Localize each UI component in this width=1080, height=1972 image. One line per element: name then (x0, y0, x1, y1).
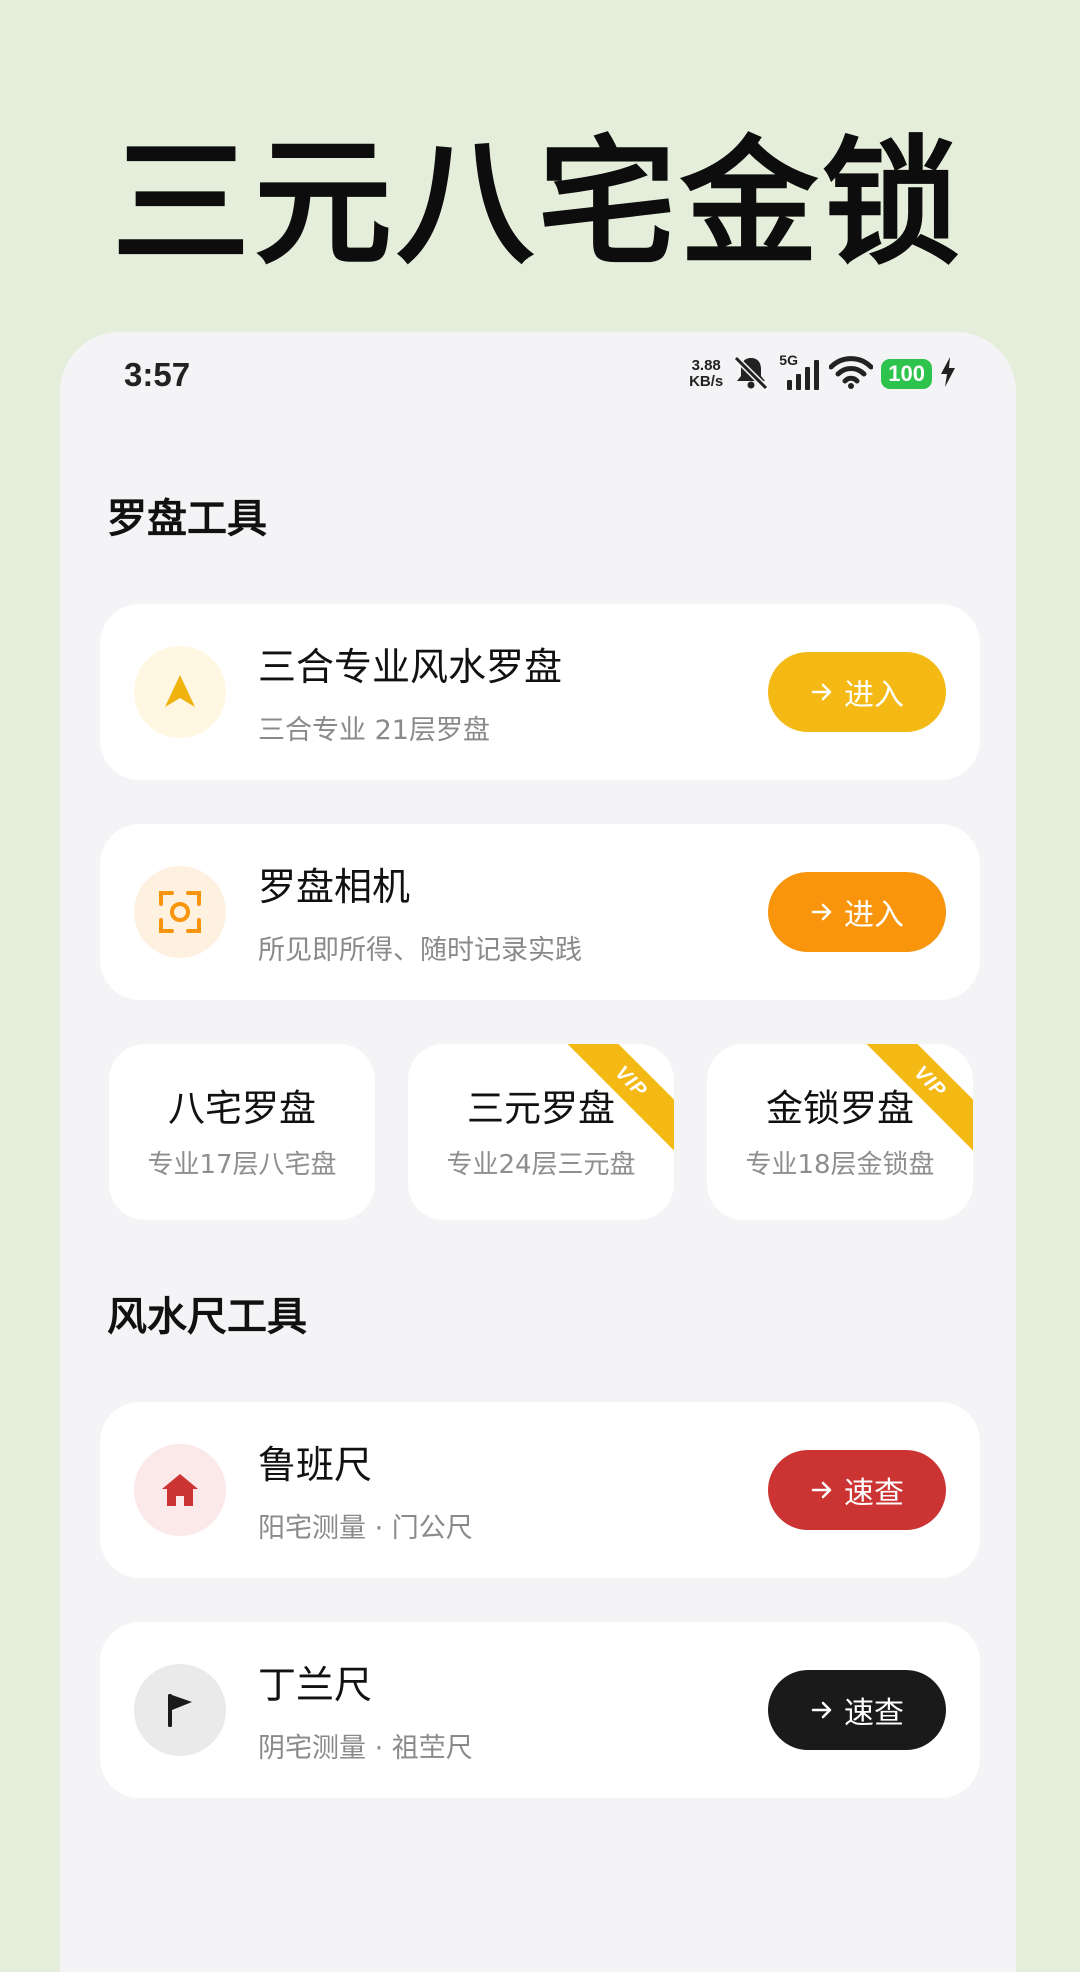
card-jinsuo-compass[interactable]: VIP 金锁罗盘 专业18层金锁盘 (707, 1044, 973, 1220)
small-card-title: 金锁罗盘 (766, 1087, 914, 1130)
arrow-right-icon (811, 1701, 832, 1719)
card-subtitle: 所见即所得、随时记录实践 (258, 935, 582, 966)
card-sanyuan-compass[interactable]: VIP 三元罗盘 专业24层三元盘 (408, 1044, 674, 1220)
camera-focus-icon (134, 866, 226, 958)
section-title-ruler: 风水尺工具 (107, 1294, 307, 1340)
card-bazhai-compass[interactable]: 八宅罗盘 专业17层八宅盘 (109, 1044, 375, 1220)
card-compass-camera[interactable]: 罗盘相机 所见即所得、随时记录实践 进入 (100, 824, 980, 1000)
net-speed: 3.88 KB/s (689, 358, 723, 390)
enter-button[interactable]: 进入 (768, 652, 946, 732)
section-title-compass: 罗盘工具 (107, 496, 267, 542)
lookup-button[interactable]: 速查 (768, 1450, 946, 1530)
charging-bolt-icon (940, 357, 956, 391)
app-title: 三元八宅金锁 (112, 123, 965, 284)
battery-indicator: 100 (881, 359, 932, 389)
card-title: 罗盘相机 (258, 865, 411, 909)
card-title: 鲁班尺 (258, 1443, 373, 1487)
small-card-subtitle: 专业24层三元盘 (446, 1150, 636, 1180)
net-speed-unit: KB/s (689, 373, 724, 390)
lookup-button-label: 速查 (844, 1696, 904, 1731)
small-card-title: 八宅罗盘 (168, 1087, 316, 1130)
flag-icon (134, 1664, 226, 1756)
cellular-signal-icon: 5G (779, 352, 821, 392)
wifi-icon (828, 354, 874, 394)
mute-icon (731, 354, 771, 394)
lookup-button[interactable]: 速查 (768, 1670, 946, 1750)
status-time: 3:57 (124, 356, 191, 393)
card-title: 丁兰尺 (258, 1663, 373, 1707)
small-card-subtitle: 专业18层金锁盘 (745, 1150, 935, 1180)
enter-button-label: 进入 (844, 898, 904, 933)
house-icon (134, 1444, 226, 1536)
card-title: 三合专业风水罗盘 (258, 645, 563, 689)
card-subtitle: 阴宅测量 · 祖茔尺 (258, 1733, 473, 1764)
card-subtitle: 阳宅测量 · 门公尺 (258, 1513, 473, 1544)
phone-screen: 3:57 3.88 KB/s 5G 100 罗盘工具 三合专业风水罗盘 三合专业… (60, 332, 1016, 1972)
card-dinglan-ruler[interactable]: 丁兰尺 阴宅测量 · 祖茔尺 速查 (100, 1622, 980, 1798)
small-card-title: 三元罗盘 (467, 1087, 615, 1130)
arrow-right-icon (811, 683, 832, 701)
card-subtitle: 三合专业 21层罗盘 (258, 715, 490, 746)
enter-button-label: 进入 (844, 678, 904, 713)
card-luban-ruler[interactable]: 鲁班尺 阳宅测量 · 门公尺 速查 (100, 1402, 980, 1578)
status-icons: 3.88 KB/s 5G 100 (689, 352, 956, 396)
small-card-subtitle: 专业17层八宅盘 (147, 1150, 337, 1180)
arrow-right-icon (811, 1481, 832, 1499)
card-sanhe-compass[interactable]: 三合专业风水罗盘 三合专业 21层罗盘 进入 (100, 604, 980, 780)
arrow-right-icon (811, 903, 832, 921)
lookup-button-label: 速查 (844, 1476, 904, 1511)
net-speed-value: 3.88 (691, 357, 721, 374)
navigation-arrow-icon (134, 646, 226, 738)
enter-button[interactable]: 进入 (768, 872, 946, 952)
